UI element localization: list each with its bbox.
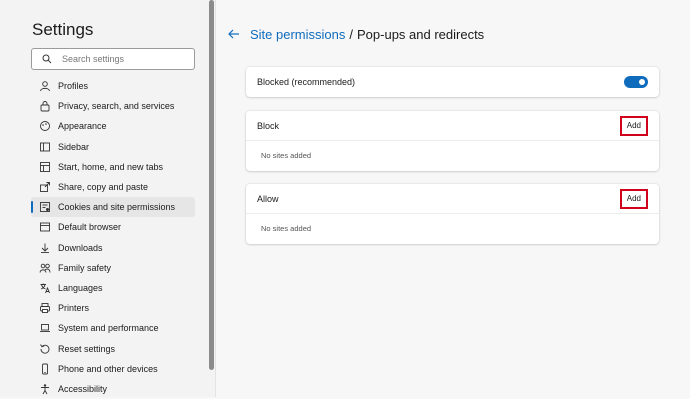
sidebar-item-start-home-and-new-tabs[interactable]: Start, home, and new tabs [31,157,195,177]
sidebar-item-family-safety[interactable]: Family safety [31,258,195,278]
sidebar-item-label: Languages [58,282,103,293]
search-box[interactable] [31,48,195,70]
sidebar-item-label: Start, home, and new tabs [58,161,164,172]
family-icon [39,262,51,274]
sidebar-item-label: Phone and other devices [58,363,158,374]
download-icon [39,242,51,254]
block-card-title: Block [257,120,280,131]
sidebar-icon [39,141,51,153]
breadcrumb-site-permissions-link[interactable]: Site permissions [250,27,345,42]
sidebar-item-label: Accessibility [58,383,108,394]
accessibility-icon [39,383,51,395]
sidebar-item-sidebar[interactable]: Sidebar [31,137,195,157]
sidebar-item-reset-settings[interactable]: Reset settings [31,338,195,358]
appearance-icon [39,120,51,132]
sidebar-item-phone-and-other-devices[interactable]: Phone and other devices [31,359,195,379]
sidebar-item-label: Downloads [58,242,103,253]
sidebar-item-privacy-search-and-services[interactable]: Privacy, search, and services [31,96,195,116]
printer-icon [39,302,51,314]
blocked-setting-card: Blocked (recommended) [246,67,659,97]
lock-icon [39,100,51,112]
sidebar-item-label: Appearance [58,121,107,132]
allow-add-button[interactable]: Add [619,188,648,209]
allow-card-title: Allow [257,193,279,204]
sidebar-item-languages[interactable]: Languages [31,278,195,298]
sidebar-item-label: Sidebar [58,141,90,152]
sidebar-item-default-browser[interactable]: Default browser [31,217,195,237]
sidebar-item-label: Printers [58,303,90,314]
settings-sidebar: Settings Profiles Privacy, search, and se… [0,0,215,397]
sidebar-item-cookies-and-site-permissions[interactable]: Cookies and site permissions [31,197,195,218]
phone-icon [39,363,51,375]
sidebar-item-label: Default browser [58,222,122,233]
sidebar-divider [215,0,216,397]
search-input[interactable] [60,53,184,65]
sidebar-item-label: Family safety [58,262,112,273]
page-title: Pop-ups and redirects [357,26,485,42]
sidebar-item-accessibility[interactable]: Accessibility [31,379,195,399]
sidebar-item-printers[interactable]: Printers [31,298,195,318]
block-card: Block Add No sites added [246,111,659,171]
breadcrumb: Site permissions / Pop-ups and redirects [228,24,484,44]
allow-empty-text: No sites added [261,223,312,233]
sidebar-item-downloads[interactable]: Downloads [31,238,195,258]
sidebar-scrollbar[interactable] [209,0,214,370]
breadcrumb-separator: / [349,26,353,42]
sidebar-item-label: Profiles [58,81,89,92]
profile-icon [39,80,51,92]
sidebar-item-share-copy-and-paste[interactable]: Share, copy and paste [31,177,195,197]
sidebar-item-label: System and performance [58,323,159,334]
laptop-icon [39,322,51,334]
blocked-setting-label: Blocked (recommended) [257,77,356,87]
allow-card: Allow Add No sites added [246,184,659,244]
sidebar-nav: Profiles Privacy, search, and services App… [31,76,195,399]
sidebar-item-label: Share, copy and paste [58,182,149,193]
sidebar-item-system-and-performance[interactable]: System and performance [31,318,195,338]
sidebar-item-appearance[interactable]: Appearance [31,116,195,136]
home-icon [39,161,51,173]
cookies-icon [39,201,51,213]
sidebar-title: Settings [32,20,94,39]
blocked-toggle[interactable] [624,76,648,88]
sidebar-item-label: Privacy, search, and services [58,101,175,112]
browser-icon [39,221,51,233]
languages-icon [39,282,51,294]
sidebar-item-profiles[interactable]: Profiles [31,76,195,96]
sidebar-item-label: Cookies and site permissions [58,202,176,213]
sidebar-item-label: Reset settings [58,343,116,354]
share-icon [39,181,51,193]
reset-icon [39,343,51,355]
back-arrow-icon[interactable] [228,29,240,39]
block-add-button[interactable]: Add [619,115,648,136]
block-empty-text: No sites added [261,150,312,160]
search-icon [42,54,52,64]
